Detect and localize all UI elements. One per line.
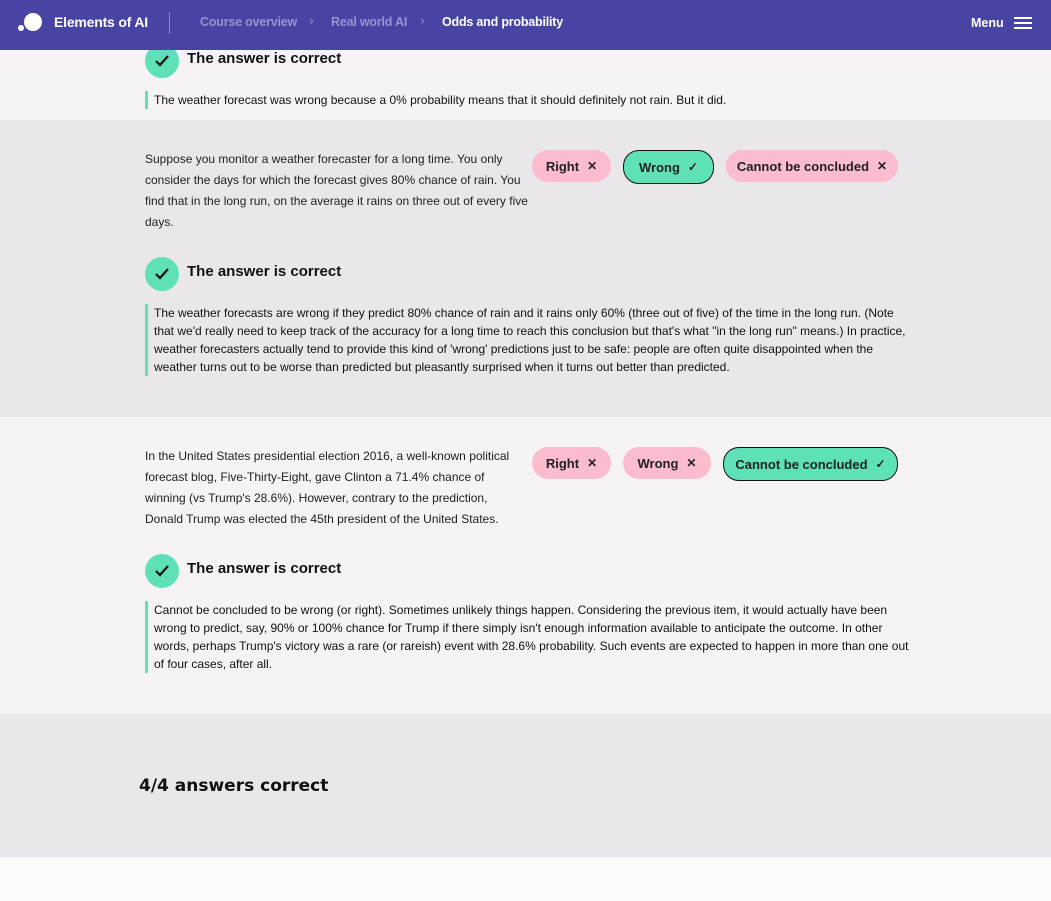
answer-correct-title: The answer is correct: [187, 50, 342, 67]
cross-icon: ✕: [587, 456, 598, 470]
header-divider: [169, 12, 170, 34]
question-text: In the United States presidential electi…: [145, 449, 510, 526]
answer-explanation: The weather forecast was wrong because a…: [145, 91, 915, 109]
answer-explanation: Cannot be concluded to be wrong (or righ…: [145, 601, 915, 673]
answer-correct-title: The answer is correct: [187, 560, 342, 577]
score-summary: 4/4 answers correct: [139, 776, 329, 796]
breadcrumb-course-overview[interactable]: Course overview: [200, 15, 297, 29]
elements-of-ai-logo-icon[interactable]: [18, 12, 44, 34]
check-icon: ✓: [875, 457, 886, 471]
answer-correct-title: The answer is correct: [187, 263, 342, 280]
brand-name[interactable]: Elements of AI: [54, 14, 148, 30]
check-icon: [145, 554, 179, 588]
cross-icon: ✕: [877, 159, 888, 173]
answer-explanation: The weather forecasts are wrong if they …: [145, 304, 915, 376]
cross-icon: ✕: [587, 159, 598, 173]
hamburger-menu-icon[interactable]: [1014, 17, 1032, 30]
option-right[interactable]: Right ✕: [532, 150, 611, 182]
chevron-right-icon: ›: [420, 14, 426, 29]
question-text: Suppose you monitor a weather forecaster…: [145, 152, 528, 229]
option-wrong-selected[interactable]: Wrong ✓: [623, 150, 714, 184]
top-nav-bar: Elements of AI Course overview › Real wo…: [0, 0, 1051, 50]
option-wrong[interactable]: Wrong ✕: [623, 447, 711, 479]
breadcrumb-real-world-ai[interactable]: Real world AI: [331, 15, 407, 29]
check-icon: [145, 257, 179, 291]
breadcrumb-odds-and-probability[interactable]: Odds and probability: [442, 15, 563, 29]
cross-icon: ✕: [686, 456, 697, 470]
option-cannot-be-concluded[interactable]: Cannot be concluded ✕: [726, 150, 898, 182]
chevron-right-icon: ›: [309, 14, 315, 29]
menu-button-label[interactable]: Menu: [971, 16, 1004, 30]
check-icon: ✓: [687, 160, 698, 174]
option-cannot-be-concluded-selected[interactable]: Cannot be concluded ✓: [723, 447, 898, 481]
option-right[interactable]: Right ✕: [532, 447, 611, 479]
